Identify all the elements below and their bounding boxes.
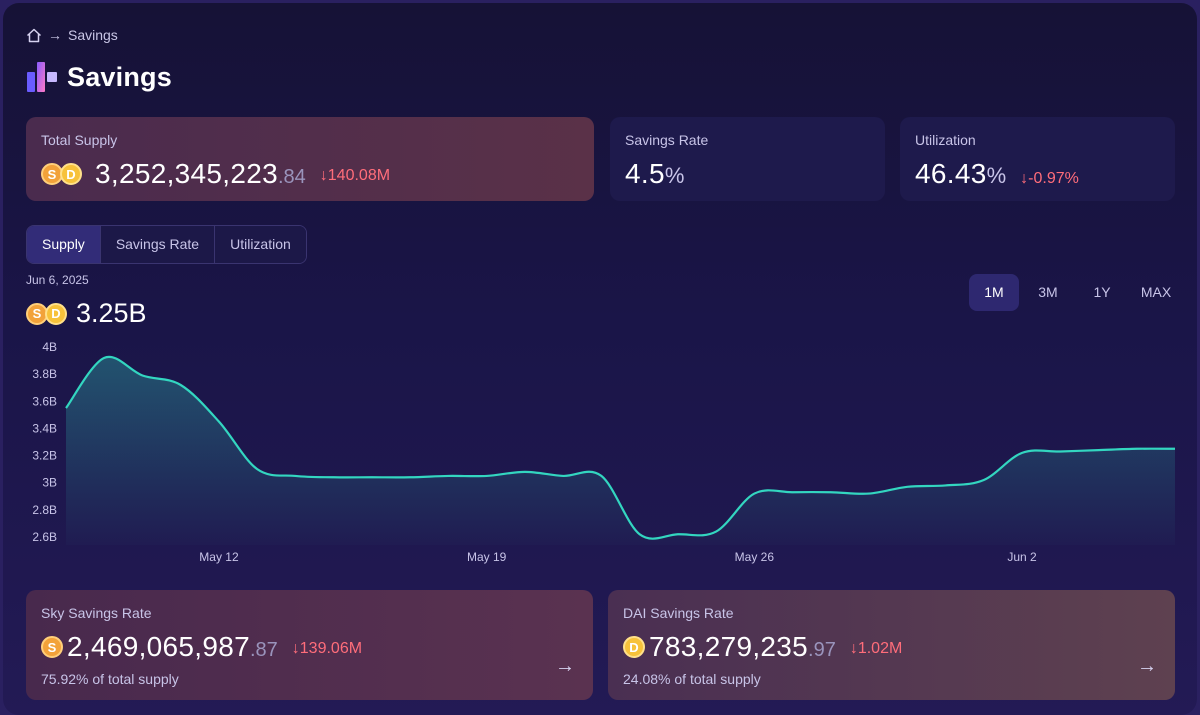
total-supply-change: ↓140.08M (319, 167, 391, 184)
dai-savings-card[interactable]: DAI Savings Rate D 783,279,235 .97 ↓1.02… (608, 590, 1175, 700)
total-supply-value: 3,252,345,223 (95, 158, 278, 189)
breadcrumb-arrow: → (48, 27, 62, 43)
app-frame: → Savings Savings Total Supply S D 3,252… (3, 3, 1197, 715)
utilization-unit: % (986, 163, 1007, 188)
dai-savings-change: ↓1.02M (849, 640, 903, 657)
range-3m[interactable]: 3M (1023, 274, 1073, 311)
sky-savings-value: 2,469,065,987 (67, 631, 250, 662)
y-tick-label: 3B (42, 476, 57, 490)
page-title: Savings (67, 61, 172, 92)
range-selector: 1M 3M 1Y MAX (969, 274, 1181, 311)
arrow-right-icon[interactable]: → (555, 655, 575, 678)
utilization-label: Utilization (915, 132, 976, 148)
sky-savings-decimals: .87 (249, 638, 278, 661)
dai-savings-label: DAI Savings Rate (623, 605, 734, 621)
sky-savings-share: 75.92% of total supply (41, 671, 179, 687)
sky-savings-label: Sky Savings Rate (41, 605, 152, 621)
savings-rate-value: 4.5 (625, 158, 665, 189)
chart-value: 3.25B (76, 298, 147, 328)
y-tick-label: 3.2B (32, 449, 57, 463)
y-tick-label: 3.6B (32, 394, 57, 408)
range-1y[interactable]: 1Y (1077, 274, 1127, 311)
home-icon[interactable] (26, 28, 42, 43)
dai-savings-share: 24.08% of total supply (623, 671, 761, 687)
chart-date: Jun 6, 2025 (26, 273, 89, 287)
total-supply-label: Total Supply (41, 132, 118, 148)
x-tick-label: May 12 (199, 550, 239, 564)
chart-current-value: S D 3.25B (26, 298, 147, 329)
sky-savings-card[interactable]: Sky Savings Rate S 2,469,065,987 .87 ↓13… (26, 590, 593, 700)
dai-savings-value: 783,279,235 (649, 631, 809, 662)
x-tick-label: Jun 2 (1007, 550, 1037, 564)
y-tick-label: 3.4B (32, 421, 57, 435)
total-supply-decimals: .84 (277, 165, 306, 188)
tab-savings-rate[interactable]: Savings Rate (100, 226, 216, 263)
x-tick-label: May 19 (467, 550, 507, 564)
y-tick-label: 2.6B (32, 530, 57, 544)
dai-coin-icon: D (623, 636, 645, 658)
breadcrumb-current: Savings (68, 27, 118, 43)
breadcrumb: → Savings (26, 27, 118, 43)
dai-savings-decimals: .97 (808, 638, 836, 661)
savings-rate-card: Savings Rate 4.5 % (610, 117, 885, 201)
page-header: Savings (25, 60, 172, 94)
x-tick-label: May 26 (735, 550, 775, 564)
total-supply-card: Total Supply S D 3,252,345,223 .84 ↓140.… (26, 117, 594, 201)
tab-utilization[interactable]: Utilization (215, 226, 306, 263)
dai-coin-icon: D (60, 163, 82, 185)
utilization-value: 46.43 (915, 158, 987, 189)
savings-rate-unit: % (664, 163, 685, 188)
supply-area (66, 356, 1175, 545)
range-max[interactable]: MAX (1131, 274, 1181, 311)
utilization-change: ↓-0.97% (1020, 170, 1079, 187)
tab-supply[interactable]: Supply (27, 226, 101, 263)
savings-rate-label: Savings Rate (625, 132, 709, 148)
range-1m[interactable]: 1M (969, 274, 1019, 311)
utilization-card: Utilization 46.43 % ↓-0.97% (900, 117, 1175, 201)
chart-tabs: Supply Savings Rate Utilization (26, 225, 307, 264)
savings-logo-icon (27, 62, 57, 92)
sky-savings-change: ↓139.06M (291, 640, 363, 657)
arrow-right-icon[interactable]: → (1137, 655, 1157, 678)
y-tick-label: 4B (42, 340, 57, 354)
y-tick-label: 3.8B (32, 367, 57, 381)
dai-coin-icon: D (45, 302, 67, 325)
y-tick-label: 2.8B (32, 503, 57, 517)
sky-coin-icon: S (41, 636, 63, 658)
supply-chart: 4B 3.8B 3.6B 3.4B 3.2B 3B 2.8B 2.6B May 12 May 19… (32, 340, 1176, 564)
